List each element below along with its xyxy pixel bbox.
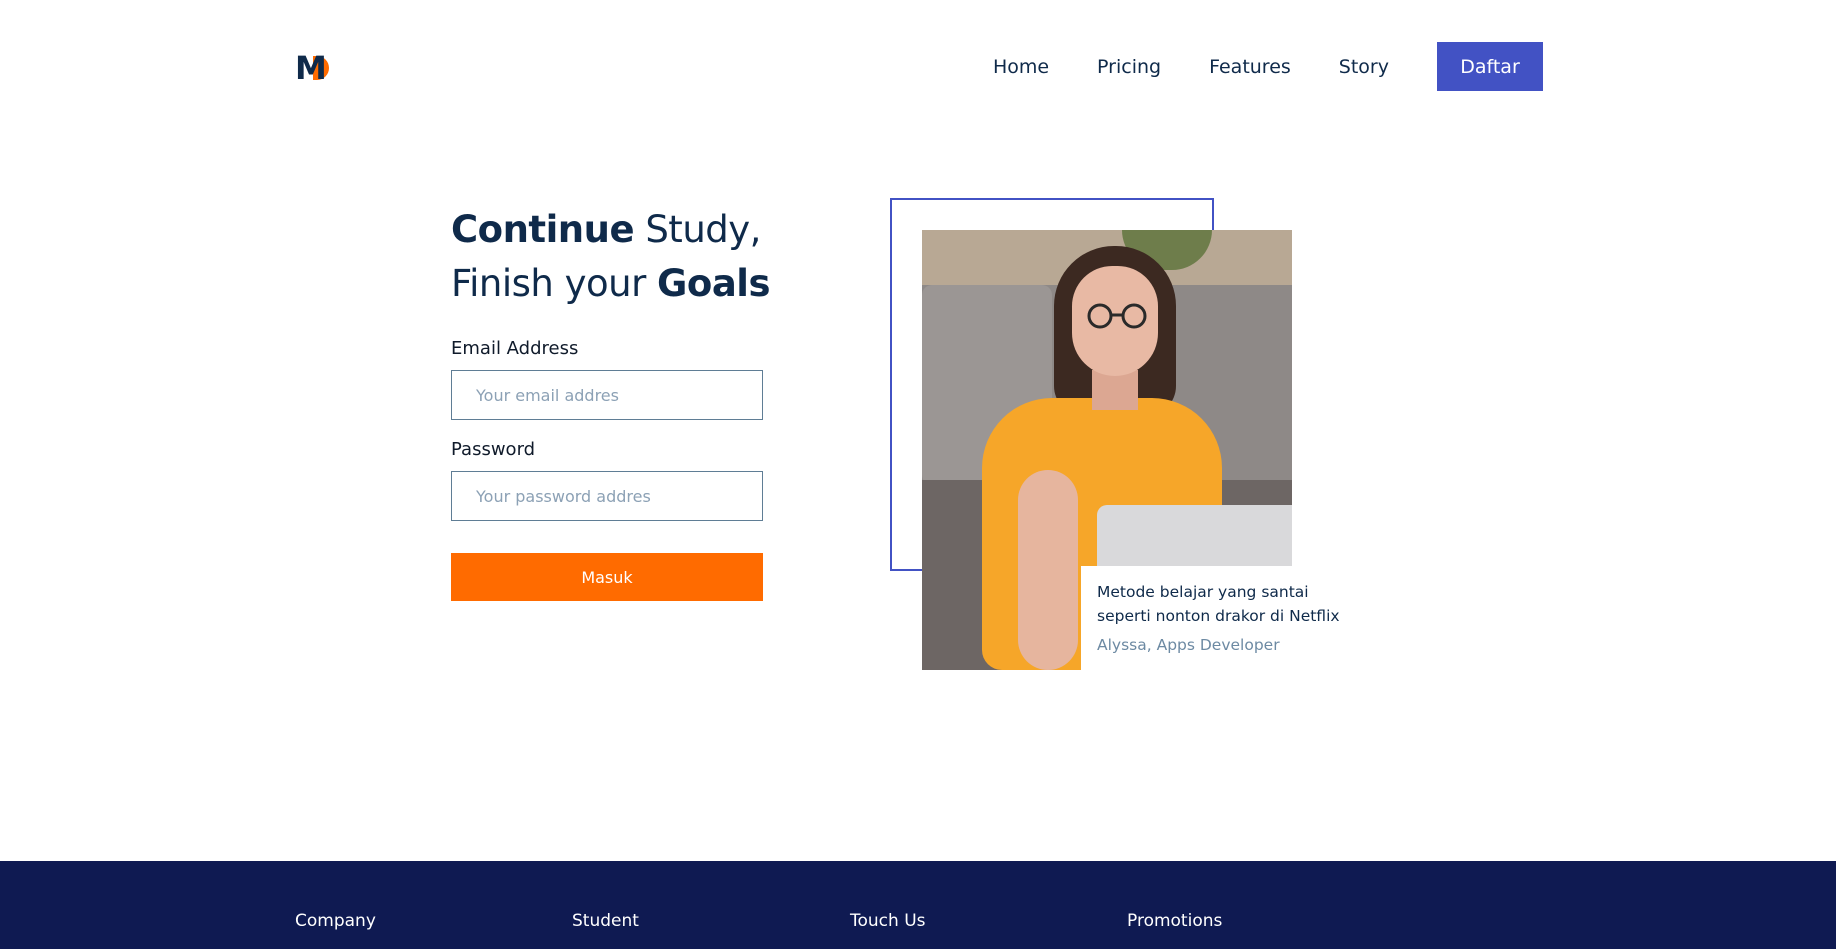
glasses-shape [1087, 303, 1147, 329]
masuk-button[interactable]: Masuk [451, 553, 763, 601]
nav-pricing-link[interactable]: Pricing [1097, 43, 1161, 91]
footer: Company Student Touch Us Promotions [0, 861, 1836, 949]
testimonial-text: Metode belajar yang santai seperti nonto… [1097, 583, 1340, 625]
footer-company-heading: Company [295, 911, 376, 931]
email-field[interactable] [451, 370, 763, 420]
headline-study: Study, [634, 208, 761, 251]
logo-letter: M [295, 49, 327, 87]
page: M Home Pricing Features Story Daftar Con… [0, 0, 1836, 949]
testimonial-author: Alyssa, Apps Developer [1097, 636, 1280, 654]
footer-student-heading: Student [572, 911, 639, 931]
headline-bold-goals: Goals [657, 262, 771, 305]
daftar-button[interactable]: Daftar [1437, 42, 1543, 91]
nav-features-link[interactable]: Features [1209, 43, 1291, 91]
testimonial-card: Metode belajar yang santai seperti nonto… [1081, 566, 1381, 671]
password-label: Password [451, 439, 536, 460]
headline-bold-continue: Continue [451, 208, 635, 251]
password-field[interactable] [451, 471, 763, 521]
main-nav: Home Pricing Features Story Daftar [993, 42, 1543, 91]
nav-home-link[interactable]: Home [993, 43, 1049, 91]
nav-story-link[interactable]: Story [1339, 43, 1389, 91]
page-title: Continue Study, Finish your Goals [451, 203, 811, 311]
email-label: Email Address [451, 338, 579, 359]
brand-logo[interactable]: M [295, 52, 335, 84]
footer-touch-us-heading: Touch Us [850, 911, 926, 931]
footer-promotions-heading: Promotions [1127, 911, 1223, 931]
headline-finish: Finish your [451, 262, 658, 305]
